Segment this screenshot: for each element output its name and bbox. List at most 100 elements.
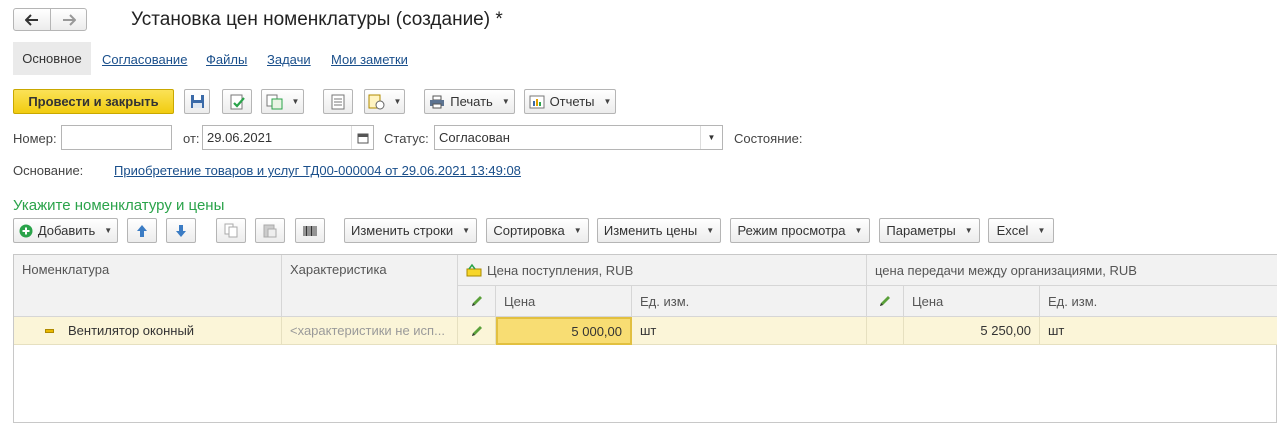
prices-table[interactable]: Номенклатура Характеристика Цена поступл… — [13, 254, 1277, 423]
number-field[interactable] — [61, 125, 172, 150]
change-prices-button[interactable]: Изменить цены ▼ — [597, 218, 721, 243]
post-button[interactable] — [222, 89, 252, 114]
column-header-unit-2[interactable]: Ед. изм. — [1040, 286, 1277, 317]
pencil-icon — [880, 296, 890, 306]
column-group-purchase-price-label: Цена поступления, RUB — [487, 262, 634, 278]
forward-button[interactable] — [50, 8, 87, 31]
chevron-down-icon: ▼ — [1037, 226, 1046, 235]
create-based-on-button[interactable]: ▼ — [261, 89, 304, 114]
create-based-icon — [266, 94, 283, 109]
chevron-down-icon: ▼ — [501, 97, 510, 106]
parameters-button[interactable]: Параметры ▼ — [879, 218, 980, 243]
barcode-icon — [303, 225, 317, 236]
column-header-edit-1 — [458, 286, 496, 317]
print-label: Печать — [450, 94, 493, 109]
column-group-transfer-price-label: цена передачи между организациями, RUB — [875, 262, 1137, 278]
unit-1-value: шт — [640, 323, 657, 338]
status-select[interactable]: Согласован ▼ — [434, 125, 723, 150]
calendar-icon[interactable] — [351, 126, 373, 149]
paste-button[interactable] — [255, 218, 285, 243]
date-label: от: — [183, 131, 200, 146]
paste-icon — [263, 224, 277, 238]
pencil-icon — [471, 325, 482, 336]
barcode-button[interactable] — [295, 218, 325, 243]
table-row-item-cell[interactable]: Вентилятор оконный — [14, 317, 282, 345]
tab-approval[interactable]: Согласование — [102, 52, 187, 67]
column-header-price-1[interactable]: Цена — [496, 286, 632, 317]
document-structure-button[interactable] — [323, 89, 353, 114]
plus-circle-icon — [19, 224, 33, 237]
arrow-up-icon — [137, 224, 147, 237]
column-group-transfer-price[interactable]: цена передачи между организациями, RUB — [867, 255, 1277, 286]
view-mode-button[interactable]: Режим просмотра ▼ — [730, 218, 870, 243]
column-header-unit-1[interactable]: Ед. изм. — [632, 286, 867, 317]
column-header-item-label: Номенклатура — [22, 262, 110, 277]
back-button[interactable] — [13, 8, 51, 31]
table-row-characteristic-cell[interactable]: <характеристики не исп... — [282, 317, 458, 345]
column-group-purchase-price[interactable]: Цена поступления, RUB — [458, 255, 867, 286]
print-button[interactable]: Печать ▼ — [424, 89, 515, 114]
document-list-icon — [331, 94, 345, 109]
post-document-icon — [230, 94, 245, 109]
column-header-characteristic[interactable]: Характеристика — [282, 255, 458, 317]
related-documents-button[interactable]: ▼ — [364, 89, 405, 114]
table-row-edit-2-cell[interactable] — [867, 317, 904, 345]
table-row-edit-1-cell[interactable] — [458, 317, 496, 345]
column-header-item[interactable]: Номенклатура — [14, 255, 282, 317]
chevron-down-icon: ▼ — [603, 97, 612, 106]
post-and-close-button[interactable]: Провести и закрыть — [13, 89, 174, 114]
date-value: 29.06.2021 — [207, 130, 273, 145]
arrow-left-icon — [25, 13, 38, 26]
reports-icon — [529, 95, 545, 108]
add-button[interactable]: Добавить ▼ — [13, 218, 118, 243]
tab-tasks[interactable]: Задачи — [267, 52, 311, 67]
section-title: Укажите номенклатуру и цены — [13, 197, 225, 214]
table-row-unit-1-cell[interactable]: шт — [632, 317, 867, 345]
table-row-unit-2-cell[interactable]: шт — [1040, 317, 1277, 345]
status-label: Статус: — [384, 131, 429, 146]
basis-document-link[interactable]: Приобретение товаров и услуг ТД00-000004… — [114, 163, 521, 178]
chevron-down-icon: ▼ — [462, 226, 471, 235]
reports-button[interactable]: Отчеты ▼ — [524, 89, 616, 114]
copy-button[interactable] — [216, 218, 246, 243]
tab-notes[interactable]: Мои заметки — [331, 52, 408, 67]
reports-label: Отчеты — [549, 94, 595, 109]
chevron-down-icon[interactable]: ▼ — [700, 126, 722, 149]
tab-files[interactable]: Файлы — [206, 52, 247, 67]
price-2-value: 5 250,00 — [980, 323, 1031, 338]
status-value: Согласован — [439, 130, 510, 145]
window-title: Установка цен номенклатуры (создание) * — [131, 9, 503, 30]
chevron-down-icon: ▼ — [964, 226, 973, 235]
date-field[interactable]: 29.06.2021 — [202, 125, 374, 150]
sort-button[interactable]: Сортировка ▼ — [486, 218, 589, 243]
save-icon — [190, 95, 204, 108]
characteristic-value: <характеристики не исп... — [290, 323, 445, 338]
change-prices-label: Изменить цены — [603, 223, 698, 238]
add-label: Добавить — [37, 223, 96, 238]
move-down-button[interactable] — [166, 218, 196, 243]
table-row-price-1-cell[interactable]: 5 000,00 — [496, 317, 632, 345]
change-rows-button[interactable]: Изменить строки ▼ — [344, 218, 477, 243]
column-header-characteristic-label: Характеристика — [290, 262, 387, 277]
basis-label: Основание: — [13, 163, 84, 178]
state-label: Состояние: — [734, 131, 803, 146]
column-header-price-2[interactable]: Цена — [904, 286, 1040, 317]
chevron-down-icon: ▼ — [573, 226, 582, 235]
printer-icon — [430, 95, 445, 108]
change-rows-label: Изменить строки — [350, 223, 454, 238]
column-header-unit-2-label: Ед. изм. — [1048, 293, 1098, 309]
save-button[interactable] — [184, 89, 210, 114]
excel-button[interactable]: Excel ▼ — [988, 218, 1054, 243]
tab-main[interactable]: Основное — [13, 42, 91, 75]
column-header-unit-1-label: Ед. изм. — [640, 293, 690, 309]
copy-icon — [224, 223, 238, 238]
pencil-icon — [471, 296, 482, 306]
chevron-down-icon: ▼ — [291, 97, 300, 106]
chevron-down-icon: ▼ — [706, 226, 715, 235]
table-row-price-2-cell[interactable]: 5 250,00 — [904, 317, 1040, 345]
price-tag-icon — [466, 263, 482, 277]
arrow-right-icon — [62, 13, 76, 26]
move-up-button[interactable] — [127, 218, 157, 243]
arrow-down-icon — [176, 224, 186, 237]
item-type-icon — [45, 328, 54, 333]
